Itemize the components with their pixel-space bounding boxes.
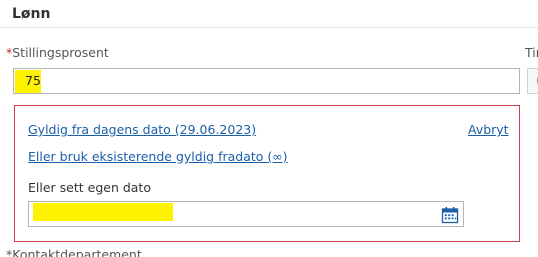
custom-date-input[interactable] bbox=[28, 201, 464, 227]
use-existing-date-link[interactable]: Eller bruk eksisterende gyldig fradato (… bbox=[28, 149, 288, 164]
next-column-label: Tir bbox=[525, 45, 538, 60]
calendar-icon[interactable] bbox=[441, 206, 459, 224]
cancel-link[interactable]: Avbryt bbox=[468, 122, 509, 137]
section-divider bbox=[0, 27, 538, 28]
valid-from-date-popup: Gyldig fra dagens dato (29.06.2023) Avbr… bbox=[14, 105, 520, 242]
next-column-input[interactable]: 0 bbox=[527, 68, 538, 94]
stillingsprosent-label-text: Stillingsprosent bbox=[12, 45, 109, 60]
highlight-mark bbox=[33, 203, 173, 221]
section-title: Lønn bbox=[12, 6, 51, 22]
stillingsprosent-value: 75 bbox=[25, 73, 41, 88]
lonn-section: Lønn *Stillingsprosent Tir 75 0 Gyldig f… bbox=[0, 0, 538, 257]
custom-date-label: Eller sett egen dato bbox=[28, 180, 151, 195]
valid-from-today-link[interactable]: Gyldig fra dagens dato (29.06.2023) bbox=[28, 122, 256, 137]
stillingsprosent-input[interactable]: 75 bbox=[13, 68, 520, 94]
stillingsprosent-label: *Stillingsprosent bbox=[6, 45, 109, 60]
kontaktdepartement-label: *Kontaktdepartement bbox=[6, 247, 142, 257]
